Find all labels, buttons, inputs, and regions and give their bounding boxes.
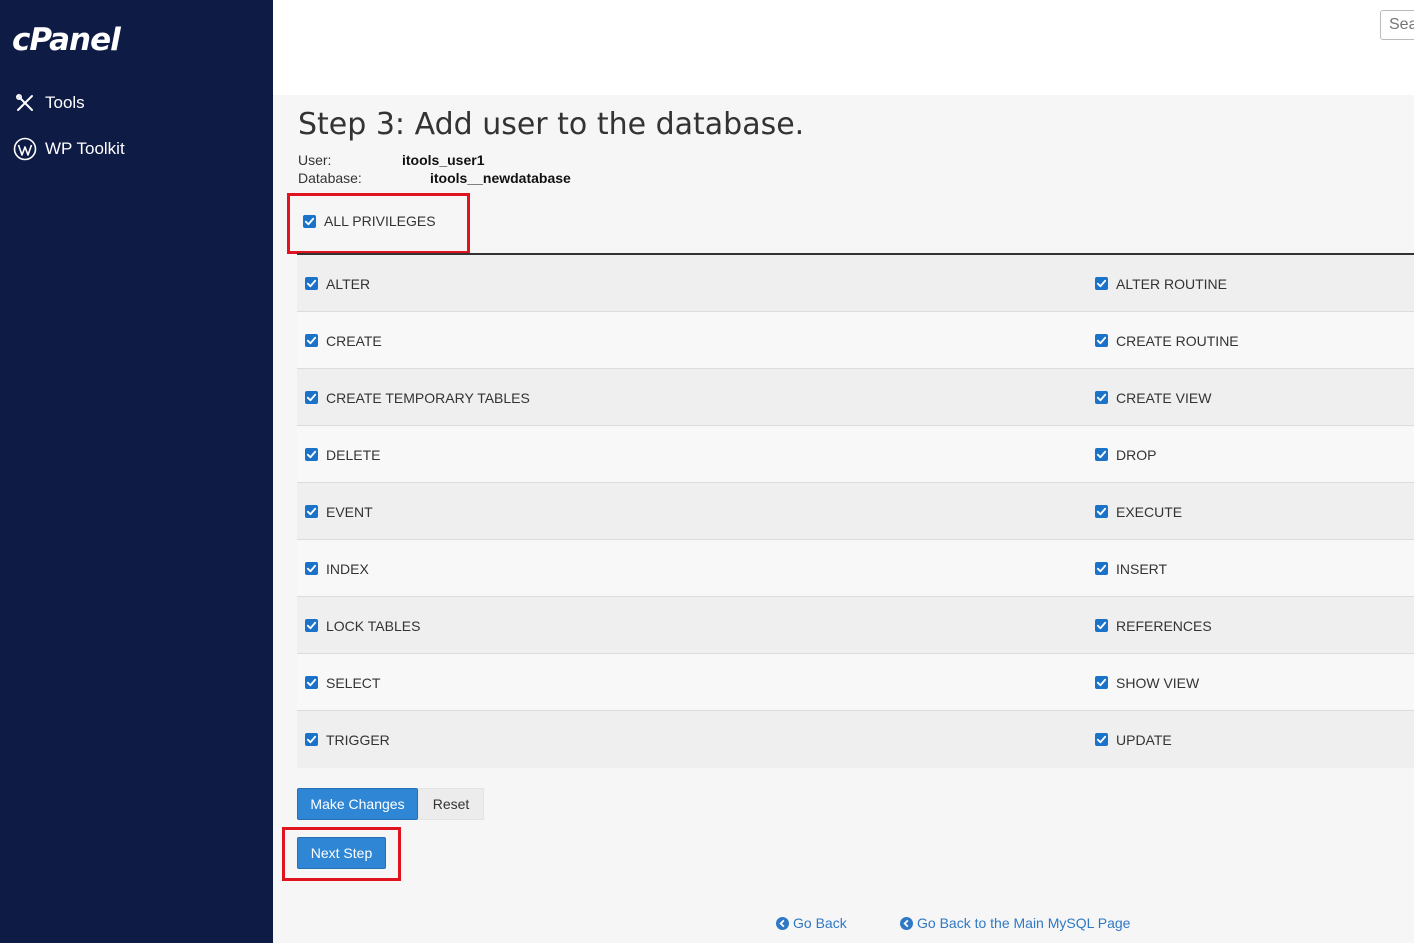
- privilege-row: EVENT EXECUTE: [297, 483, 1414, 540]
- privilege-row: SELECT SHOW VIEW: [297, 654, 1414, 711]
- database-value: itools__newdatabase: [430, 170, 571, 186]
- arrow-left-circle-icon: [900, 916, 913, 930]
- go-back-main-mysql-link[interactable]: Go Back to the Main MySQL Page: [900, 915, 1130, 931]
- privilege-label: SELECT: [326, 674, 381, 691]
- privilege-label: EVENT: [326, 503, 373, 520]
- sidebar-item-wp-toolkit[interactable]: WP Toolkit: [12, 136, 125, 162]
- checkbox-checked-icon[interactable]: [1095, 391, 1108, 404]
- privilege-row: DELETE DROP: [297, 426, 1414, 483]
- privilege-label: TRIGGER: [326, 731, 390, 748]
- privilege-label: CREATE VIEW: [1116, 389, 1212, 406]
- privilege-checkbox[interactable]: REFERENCES: [1095, 597, 1212, 654]
- sidebar-item-label: WP Toolkit: [45, 139, 125, 158]
- go-back-main-label: Go Back to the Main MySQL Page: [917, 915, 1131, 931]
- sidebar: cPanel Tools WP Toolkit: [0, 0, 273, 943]
- checkbox-checked-icon[interactable]: [1095, 562, 1108, 575]
- sidebar-item-tools[interactable]: Tools: [12, 90, 85, 116]
- privilege-label: CREATE: [326, 332, 382, 349]
- checkbox-checked-icon[interactable]: [305, 505, 318, 518]
- checkbox-checked-icon[interactable]: [1095, 733, 1108, 746]
- privilege-label: DROP: [1116, 446, 1157, 463]
- privilege-label: EXECUTE: [1116, 503, 1183, 520]
- privilege-label: ALTER: [326, 275, 371, 292]
- sidebar-item-label: Tools: [45, 93, 85, 112]
- main-content: Step 3: Add user to the database. User: …: [273, 95, 1414, 943]
- all-privileges-checkbox[interactable]: ALL PRIVILEGES: [303, 213, 436, 229]
- privilege-checkbox[interactable]: LOCK TABLES: [305, 597, 420, 654]
- go-back-link[interactable]: Go Back: [776, 915, 847, 931]
- database-label: Database:: [298, 170, 362, 186]
- page-title: Step 3: Add user to the database.: [298, 107, 805, 142]
- go-back-label: Go Back: [793, 915, 847, 931]
- privilege-row: ALTER ALTER ROUTINE: [297, 255, 1414, 312]
- privilege-checkbox[interactable]: CREATE ROUTINE: [1095, 312, 1239, 369]
- privilege-label: CREATE TEMPORARY TABLES: [326, 389, 530, 406]
- database-line: Database: itools__newdatabase: [298, 170, 571, 186]
- privilege-checkbox[interactable]: EVENT: [305, 483, 373, 540]
- privilege-row: CREATE TEMPORARY TABLES CREATE VIEW: [297, 369, 1414, 426]
- privilege-label: CREATE ROUTINE: [1116, 332, 1239, 349]
- tools-icon: [12, 91, 37, 116]
- wordpress-icon: [12, 137, 37, 162]
- checkbox-checked-icon[interactable]: [303, 214, 316, 228]
- checkbox-checked-icon[interactable]: [305, 562, 318, 575]
- privilege-label: REFERENCES: [1116, 617, 1212, 634]
- checkbox-checked-icon[interactable]: [305, 334, 318, 347]
- checkbox-checked-icon[interactable]: [305, 619, 318, 632]
- checkbox-checked-icon[interactable]: [1095, 277, 1108, 290]
- top-bar: [273, 0, 1414, 95]
- privilege-checkbox[interactable]: CREATE: [305, 312, 382, 369]
- checkbox-checked-icon[interactable]: [305, 391, 318, 404]
- checkbox-checked-icon[interactable]: [1095, 505, 1108, 518]
- privilege-checkbox[interactable]: DELETE: [305, 426, 380, 483]
- reset-button[interactable]: Reset: [418, 788, 484, 820]
- privilege-checkbox[interactable]: CREATE TEMPORARY TABLES: [305, 369, 530, 426]
- next-step-button[interactable]: Next Step: [297, 837, 386, 869]
- search-input[interactable]: [1380, 10, 1414, 40]
- all-privileges-label: ALL PRIVILEGES: [324, 213, 436, 229]
- privilege-label: SHOW VIEW: [1116, 674, 1200, 691]
- privilege-row: TRIGGER UPDATE: [297, 711, 1414, 768]
- privilege-label: DELETE: [326, 446, 381, 463]
- arrow-left-circle-icon: [776, 916, 789, 930]
- privilege-checkbox[interactable]: EXECUTE: [1095, 483, 1182, 540]
- privilege-row: INDEX INSERT: [297, 540, 1414, 597]
- checkbox-checked-icon[interactable]: [305, 676, 318, 689]
- checkbox-checked-icon[interactable]: [1095, 334, 1108, 347]
- privilege-label: LOCK TABLES: [326, 617, 421, 634]
- privilege-checkbox[interactable]: ALTER: [305, 255, 370, 312]
- user-value: itools_user1: [402, 152, 485, 168]
- privilege-checkbox[interactable]: SELECT: [305, 654, 380, 711]
- privilege-label: ALTER ROUTINE: [1116, 275, 1227, 292]
- privilege-checkbox[interactable]: INSERT: [1095, 540, 1167, 597]
- privilege-label: UPDATE: [1116, 731, 1172, 748]
- privilege-checkbox[interactable]: SHOW VIEW: [1095, 654, 1199, 711]
- checkbox-checked-icon[interactable]: [1095, 619, 1108, 632]
- checkbox-checked-icon[interactable]: [305, 448, 318, 461]
- user-label: User:: [298, 152, 332, 168]
- privilege-checkbox[interactable]: INDEX: [305, 540, 369, 597]
- privilege-label: INSERT: [1116, 560, 1168, 577]
- privilege-checkbox[interactable]: UPDATE: [1095, 711, 1172, 768]
- checkbox-checked-icon[interactable]: [305, 277, 318, 290]
- checkbox-checked-icon[interactable]: [305, 733, 318, 746]
- privilege-checkbox[interactable]: DROP: [1095, 426, 1156, 483]
- checkbox-checked-icon[interactable]: [1095, 676, 1108, 689]
- privilege-label: INDEX: [326, 560, 369, 577]
- checkbox-checked-icon[interactable]: [1095, 448, 1108, 461]
- cpanel-logo[interactable]: cPanel: [12, 20, 121, 60]
- make-changes-button[interactable]: Make Changes: [297, 788, 418, 820]
- privilege-checkbox[interactable]: ALTER ROUTINE: [1095, 255, 1227, 312]
- privilege-checkbox[interactable]: CREATE VIEW: [1095, 369, 1211, 426]
- privileges-table: ALTER ALTER ROUTINE CREATE CREATE ROUTINE CR…: [297, 255, 1414, 768]
- user-line: User: itools_user1: [298, 152, 484, 168]
- privilege-row: LOCK TABLES REFERENCES: [297, 597, 1414, 654]
- privilege-checkbox[interactable]: TRIGGER: [305, 711, 390, 768]
- privilege-row: CREATE CREATE ROUTINE: [297, 312, 1414, 369]
